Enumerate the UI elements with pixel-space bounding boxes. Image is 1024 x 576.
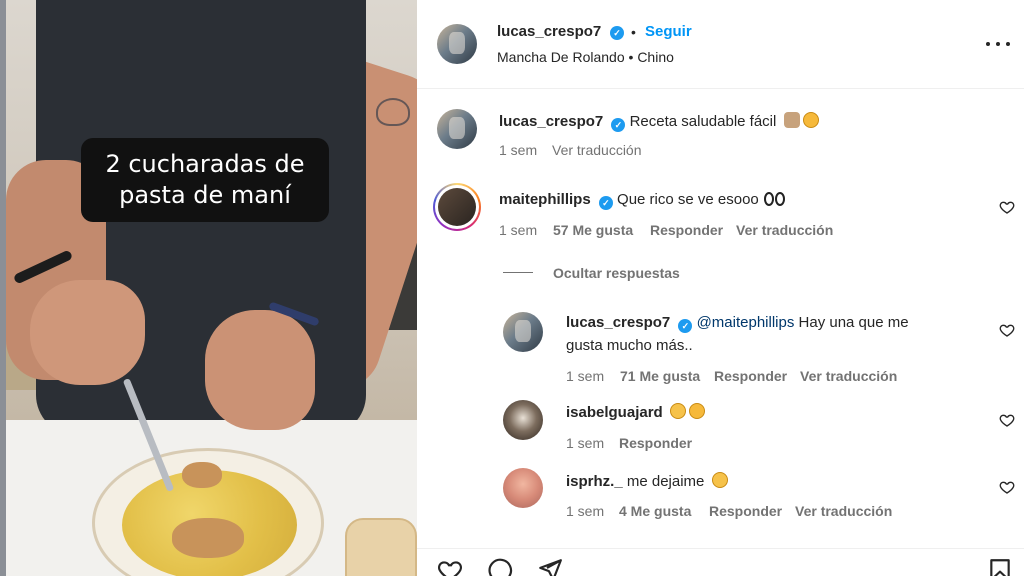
author-avatar[interactable]	[437, 24, 477, 64]
reply-mention[interactable]: @maitephillips	[697, 314, 795, 331]
reply-avatar[interactable]	[503, 312, 543, 352]
video-caption-text: 2 cucharadas de pasta de maní	[105, 150, 305, 209]
reply-like-heart-icon[interactable]	[999, 412, 1015, 428]
reply-username[interactable]: lucas_crespo7	[566, 314, 670, 331]
reply-time: 1 sem	[566, 435, 605, 451]
reply-time: 1 sem	[566, 503, 605, 519]
reply-text-line1: Hay una que me	[798, 314, 909, 331]
arm-tattoo	[376, 98, 410, 126]
grimacing-face-emoji-icon	[688, 403, 705, 419]
peanut-butter-scoop	[172, 518, 244, 558]
bookmark-icon[interactable]	[987, 557, 1013, 576]
comment-reply-button[interactable]: Responder	[650, 222, 723, 238]
hide-replies-line	[503, 272, 533, 273]
caption-avatar[interactable]	[437, 109, 477, 149]
comment-likes[interactable]: 57 Me gusta	[553, 222, 633, 238]
reply-likes[interactable]: 4 Me gusta	[619, 503, 691, 519]
surprised-face-emoji-icon	[711, 472, 728, 488]
astonished-face-emoji-icon	[669, 403, 686, 419]
separator-dot: •	[631, 24, 636, 40]
reply-translate-link[interactable]: Ver traducción	[800, 368, 897, 384]
hide-replies-button[interactable]: Ocultar respuestas	[553, 265, 680, 281]
post-panel: lucas_crespo7 ✓ • Seguir Mancha De Rolan…	[417, 0, 1024, 576]
reply-text: me dejaime	[626, 473, 705, 490]
sign-of-horns-emoji-icon	[783, 112, 800, 128]
reply-line: isabelguajard	[566, 403, 705, 421]
right-hand	[205, 310, 315, 430]
verified-badge-icon: ✓	[610, 26, 624, 40]
video-caption-box: 2 cucharadas de pasta de maní	[81, 138, 329, 222]
comment-time: 1 sem	[499, 222, 538, 238]
peanut-butter-jar	[345, 518, 417, 576]
caption-username[interactable]: lucas_crespo7	[499, 113, 603, 130]
reply-reply-button[interactable]: Responder	[714, 368, 787, 384]
reply-like-heart-icon[interactable]	[999, 322, 1015, 338]
reply-line: isprhz._ me dejaime	[566, 472, 728, 490]
comment-line: maitephillips ✓ Que rico se ve esooo	[499, 191, 785, 210]
post-location[interactable]: Mancha De Rolando • Chino	[497, 49, 674, 65]
comment-avatar[interactable]	[438, 188, 476, 226]
left-hand	[30, 280, 145, 385]
comment-translate-link[interactable]: Ver traducción	[736, 222, 833, 238]
comment-like-heart-icon[interactable]	[999, 199, 1015, 215]
caption-line: lucas_crespo7 ✓ Receta saludable fácil	[499, 112, 819, 132]
reply-text-line2: gusta mucho más..	[566, 337, 693, 354]
follow-button[interactable]: Seguir	[645, 23, 692, 40]
verified-badge-icon: ✓	[611, 118, 626, 132]
verified-badge-icon: ✓	[678, 319, 693, 333]
reply-likes[interactable]: 71 Me gusta	[620, 368, 700, 384]
post-media[interactable]: 2 cucharadas de pasta de maní	[0, 0, 417, 576]
peanut-butter-scoop-small	[182, 462, 222, 488]
comment-icon[interactable]	[487, 557, 513, 576]
more-options-icon[interactable]	[986, 34, 1010, 54]
caption-time: 1 sem	[499, 142, 538, 158]
eyes-emoji-icon	[774, 192, 785, 206]
comment-username[interactable]: maitephillips	[499, 191, 591, 208]
reply-like-heart-icon[interactable]	[999, 479, 1015, 495]
reply-reply-button[interactable]: Responder	[709, 503, 782, 519]
post-action-bar	[417, 548, 1024, 576]
reply-line-1: lucas_crespo7 ✓ @maitephillips Hay una q…	[566, 314, 909, 333]
author-username[interactable]: lucas_crespo7	[497, 23, 601, 40]
post-header: lucas_crespo7 ✓ • Seguir Mancha De Rolan…	[417, 0, 1024, 89]
reply-reply-button[interactable]: Responder	[619, 435, 692, 451]
reply-avatar[interactable]	[503, 468, 543, 508]
reply-username[interactable]: isprhz._	[566, 473, 623, 490]
reply-username[interactable]: isabelguajard	[566, 404, 663, 421]
comment-text: Que rico se ve esooo	[617, 191, 759, 208]
caption-text: Receta saludable fácil	[629, 113, 777, 130]
heart-icon[interactable]	[437, 557, 463, 576]
verified-badge-icon: ✓	[598, 196, 613, 210]
caption-translate-link[interactable]: Ver traducción	[552, 142, 642, 158]
face-emoji-icon	[802, 112, 819, 128]
eyes-emoji-icon	[763, 192, 774, 206]
reply-translate-link[interactable]: Ver traducción	[795, 503, 892, 519]
share-icon[interactable]	[537, 557, 563, 576]
reply-avatar[interactable]	[503, 400, 543, 440]
media-edge	[0, 0, 6, 576]
reply-time: 1 sem	[566, 368, 605, 384]
